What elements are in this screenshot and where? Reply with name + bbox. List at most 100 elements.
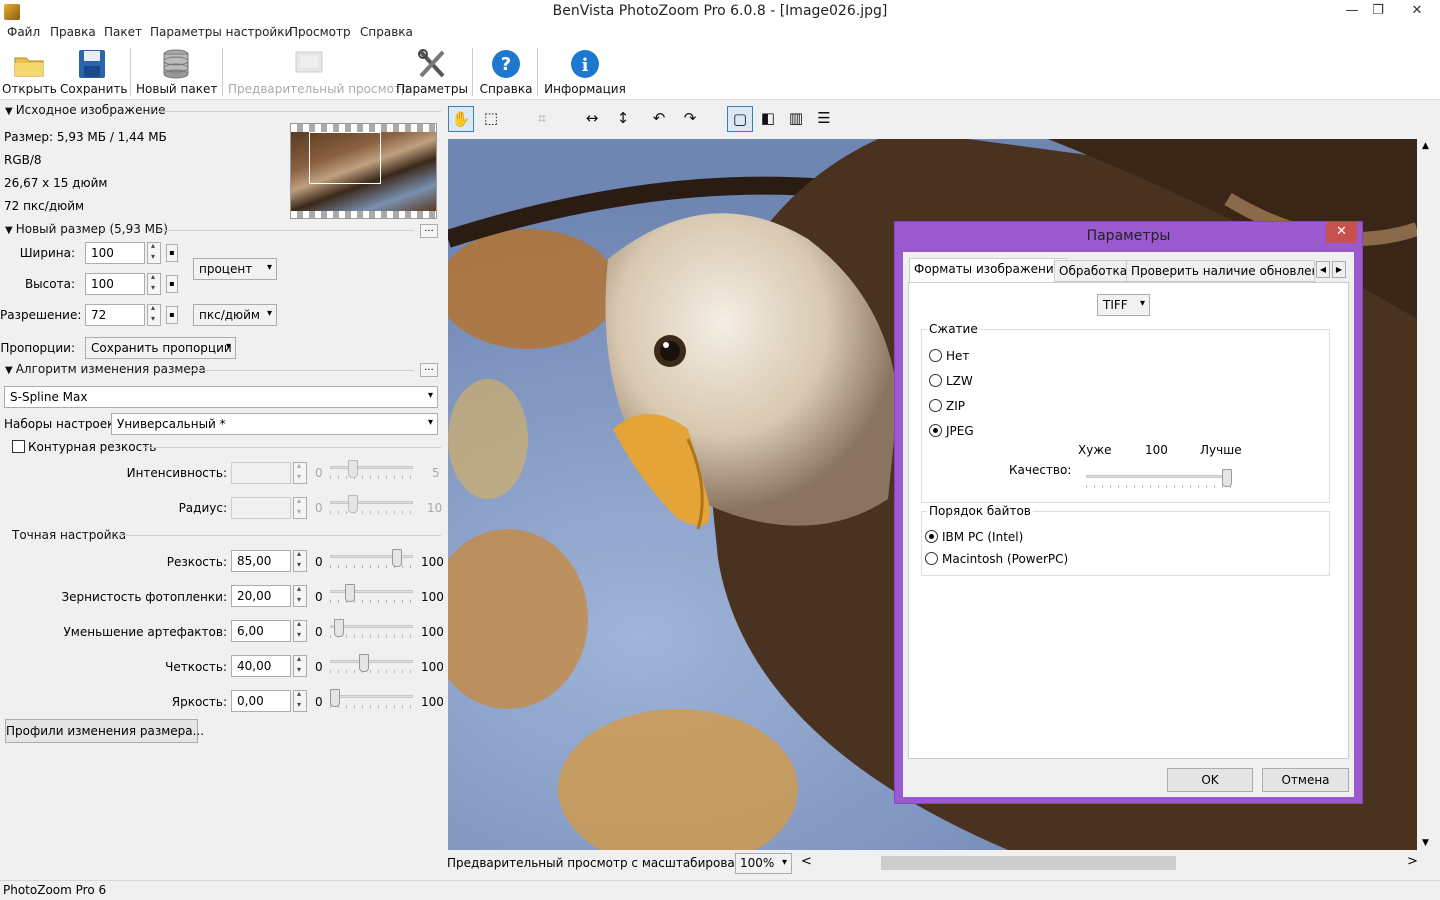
height-input[interactable]: 100	[85, 273, 145, 295]
tab-processing[interactable]: Обработка	[1054, 260, 1133, 282]
top-bottom-view-icon[interactable]: ☰	[811, 106, 837, 132]
algo-more-button[interactable]: ...	[420, 363, 438, 377]
height-link-button[interactable]: ▪	[166, 275, 178, 293]
single-view-icon[interactable]: ▢	[727, 106, 753, 132]
radius-slider[interactable]	[330, 495, 413, 517]
fine-row-spinner[interactable]	[293, 689, 307, 712]
size-unit-select[interactable]: процент ▾	[193, 258, 277, 280]
height-spinner[interactable]	[147, 272, 161, 295]
scroll-up-icon[interactable]: ▲	[1422, 141, 1429, 151]
fine-row-slider[interactable]	[330, 654, 413, 676]
newsize-more-button[interactable]: ...	[420, 224, 438, 238]
fine-row-input[interactable]: 0,00	[231, 690, 291, 712]
width-input[interactable]: 100	[85, 242, 145, 264]
flip-horizontal-icon[interactable]: ↔	[579, 106, 605, 132]
proportions-select[interactable]: Сохранить пропорции ▾	[85, 337, 236, 359]
tab-image-formats[interactable]: Форматы изображений	[909, 258, 1067, 283]
split-view-icon[interactable]: ◧	[755, 106, 781, 132]
dialog-close-button[interactable]: ✕	[1326, 222, 1357, 243]
rotate-left-icon[interactable]: ↶	[646, 106, 672, 132]
settings-button[interactable]: Параметры	[396, 46, 468, 98]
resolution-input[interactable]: 72	[85, 304, 145, 326]
width-spinner[interactable]	[147, 241, 161, 264]
quality-slider[interactable]	[1086, 469, 1232, 491]
fine-row-spinner[interactable]	[293, 584, 307, 607]
byteorder-radio[interactable]	[925, 530, 938, 543]
fine-row-slider[interactable]	[330, 689, 413, 711]
rotate-right-icon[interactable]: ↷	[677, 106, 703, 132]
slider-thumb[interactable]	[348, 460, 358, 478]
horizontal-scroll-thumb[interactable]	[881, 856, 1176, 870]
presets-select[interactable]: Универсальный * ▾	[111, 413, 438, 435]
intensity-spinner[interactable]	[293, 461, 307, 484]
slider-thumb[interactable]	[330, 689, 340, 707]
slider-thumb[interactable]	[359, 654, 369, 672]
menu-view[interactable]: Просмотр	[289, 25, 351, 39]
algo-header[interactable]: ▼ Алгоритм изменения размера	[5, 362, 206, 376]
cancel-button[interactable]: Отмена	[1262, 768, 1349, 792]
compression-radio[interactable]	[929, 424, 942, 437]
menu-file[interactable]: Файл	[7, 25, 40, 39]
compression-radio[interactable]	[929, 374, 942, 387]
radius-spinner[interactable]	[293, 496, 307, 519]
crop-icon[interactable]: ⌗	[529, 106, 555, 132]
slider-thumb[interactable]	[392, 549, 402, 567]
intensity-input[interactable]	[231, 462, 291, 484]
tab-scroll-right-icon[interactable]: ▶	[1332, 261, 1346, 278]
slider-thumb[interactable]	[1222, 469, 1232, 487]
width-link-button[interactable]: ▪	[166, 244, 178, 262]
close-button[interactable]: ✕	[1399, 0, 1435, 22]
fine-row-spinner[interactable]	[293, 619, 307, 642]
intensity-slider[interactable]	[330, 460, 413, 482]
compression-radio[interactable]	[929, 399, 942, 412]
fine-row-input[interactable]: 6,00	[231, 620, 291, 642]
fine-row-input[interactable]: 85,00	[231, 550, 291, 572]
zoom-select[interactable]: 100% ▾	[735, 853, 792, 874]
ok-button[interactable]: OK	[1167, 768, 1253, 792]
scroll-right-icon[interactable]: >	[1407, 854, 1418, 869]
menu-batch[interactable]: Пакет	[104, 25, 142, 39]
restore-button[interactable]: ❐	[1363, 0, 1393, 22]
tab-check-updates[interactable]: Проверить наличие обновлений	[1126, 260, 1315, 282]
save-button[interactable]: Сохранить	[60, 46, 128, 98]
preview-button[interactable]: Предварительный просмотр	[228, 46, 409, 98]
resolution-link-button[interactable]: ▪	[166, 306, 178, 324]
format-select[interactable]: TIFF ▾	[1097, 294, 1150, 316]
fine-row-input[interactable]: 40,00	[231, 655, 291, 677]
slider-thumb[interactable]	[345, 584, 355, 602]
byteorder-radio[interactable]	[925, 552, 938, 565]
fine-row-spinner[interactable]	[293, 549, 307, 572]
fine-row-slider[interactable]	[330, 584, 413, 606]
side-by-side-view-icon[interactable]: ▥	[783, 106, 809, 132]
navigator-thumbnail[interactable]	[290, 123, 437, 219]
selection-tool-icon[interactable]: ⬚	[478, 106, 504, 132]
open-button[interactable]: Открыть	[2, 46, 57, 98]
algorithm-select[interactable]: S-Spline Max ▾	[4, 386, 438, 408]
fine-row-input[interactable]: 20,00	[231, 585, 291, 607]
slider-thumb[interactable]	[334, 619, 344, 637]
fine-row-spinner[interactable]	[293, 654, 307, 677]
unsharp-checkbox[interactable]	[12, 440, 25, 453]
view-rectangle[interactable]	[309, 132, 381, 184]
resolution-unit-select[interactable]: пкс/дюйм ▾	[193, 304, 277, 326]
radius-input[interactable]	[231, 497, 291, 519]
resolution-spinner[interactable]	[147, 303, 161, 326]
compression-radio[interactable]	[929, 349, 942, 362]
resize-profiles-button[interactable]: Профили изменения размера...	[5, 719, 204, 743]
fine-row-slider[interactable]	[330, 549, 413, 571]
source-header[interactable]: ▼ Исходное изображение	[5, 103, 166, 117]
menu-settings[interactable]: Параметры настройки	[150, 25, 292, 39]
menu-help[interactable]: Справка	[360, 25, 413, 39]
help-button[interactable]: ? Справка	[478, 46, 534, 98]
new-batch-button[interactable]: Новый пакет	[136, 46, 217, 98]
info-button[interactable]: i Информация	[543, 46, 627, 98]
hand-tool-icon[interactable]: ✋	[448, 106, 474, 132]
tab-scroll-left-icon[interactable]: ◀	[1316, 261, 1330, 278]
slider-thumb[interactable]	[348, 495, 358, 513]
scroll-down-icon[interactable]: ▼	[1422, 838, 1429, 848]
fine-row-slider[interactable]	[330, 619, 413, 641]
vertical-scrollbar[interactable]: ▲ ▼	[1417, 139, 1440, 850]
menu-edit[interactable]: Правка	[50, 25, 96, 39]
newsize-header[interactable]: ▼ Новый размер (5,93 МБ)	[5, 222, 168, 236]
flip-vertical-icon[interactable]: ↕	[610, 106, 636, 132]
